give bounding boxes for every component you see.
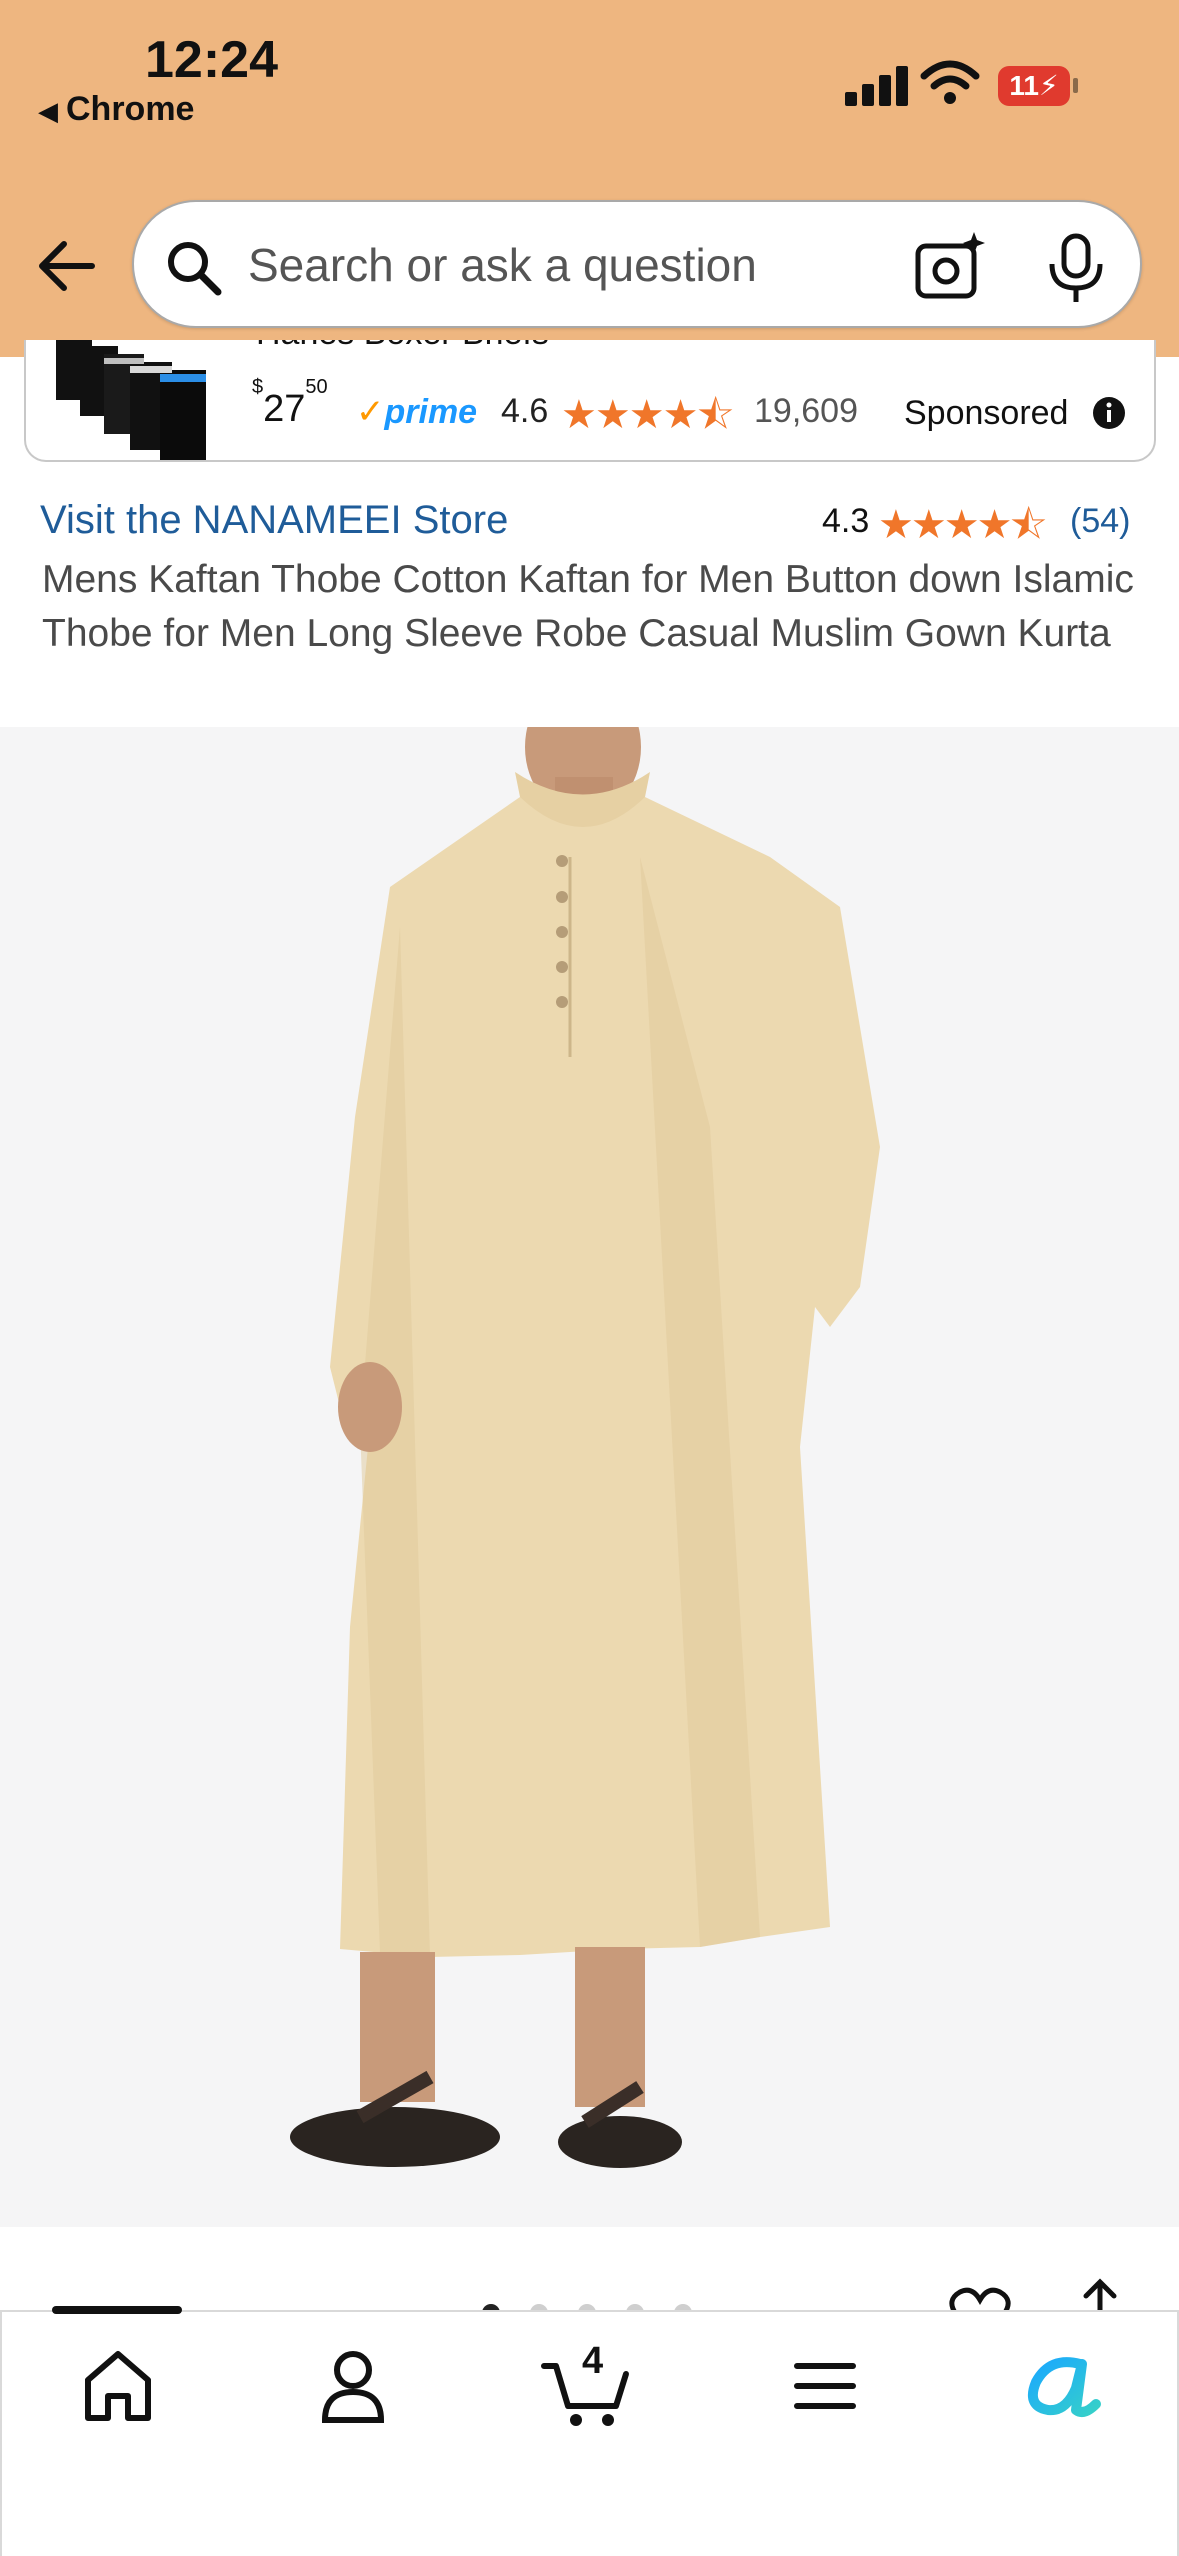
back-triangle-icon: ◀ (38, 96, 58, 126)
product-title: Mens Kaftan Thobe Cotton Kaftan for Men … (42, 558, 1134, 655)
tab-menu[interactable] (775, 2340, 875, 2430)
back-app-label: Chrome (66, 90, 195, 128)
home-icon (85, 2351, 151, 2421)
search-input[interactable]: Search or ask a question (248, 238, 757, 292)
battery-tip (1073, 78, 1078, 93)
cart-count-badge: 4 (582, 2340, 604, 2382)
ad-star-rating: ★★★★⯪ (561, 393, 734, 437)
back-arrow-icon[interactable] (34, 236, 98, 296)
search-icon (168, 242, 222, 296)
camera-icon[interactable] (912, 228, 988, 304)
ad-partial-title: Hanes Boxer Briefs (256, 340, 549, 353)
tab-rufus[interactable] (1010, 2340, 1110, 2430)
store-link[interactable]: Visit the NANAMEEI Store (40, 498, 508, 543)
search-bar[interactable]: Search or ask a question (132, 200, 1142, 328)
review-count-link[interactable]: (54) (1070, 502, 1130, 541)
info-icon[interactable] (1092, 396, 1126, 430)
prime-badge: ✓prime (356, 393, 478, 431)
sponsored-label: Sponsored (904, 394, 1069, 432)
tab-account[interactable] (303, 2340, 403, 2430)
ad-product-image (56, 340, 206, 460)
status-time: 12:24 (145, 31, 278, 89)
mic-icon[interactable] (1044, 230, 1108, 306)
menu-icon (794, 2363, 856, 2409)
battery-indicator: 11⚡ (998, 66, 1070, 106)
battery-level: 11 (1009, 70, 1039, 101)
account-icon (321, 2351, 385, 2423)
rufus-icon (1028, 2357, 1101, 2417)
product-image[interactable] (0, 677, 1179, 2227)
tab-home[interactable] (68, 2340, 168, 2430)
wifi-icon (920, 60, 980, 104)
ad-review-count: 19,609 (754, 392, 858, 430)
robe-illustration (290, 677, 880, 2168)
signal-icon (845, 62, 909, 106)
active-tab-indicator (52, 2306, 182, 2314)
back-to-app-link[interactable]: ◀ Chrome (38, 90, 194, 129)
ad-price: $2750 (252, 376, 328, 430)
sponsored-ad[interactable]: Hanes Boxer Briefs $2750 ✓prime 4.6 ★★★★… (24, 340, 1156, 462)
product-rating: 4.3 (822, 502, 870, 540)
ad-rating: 4.6 (501, 392, 549, 430)
